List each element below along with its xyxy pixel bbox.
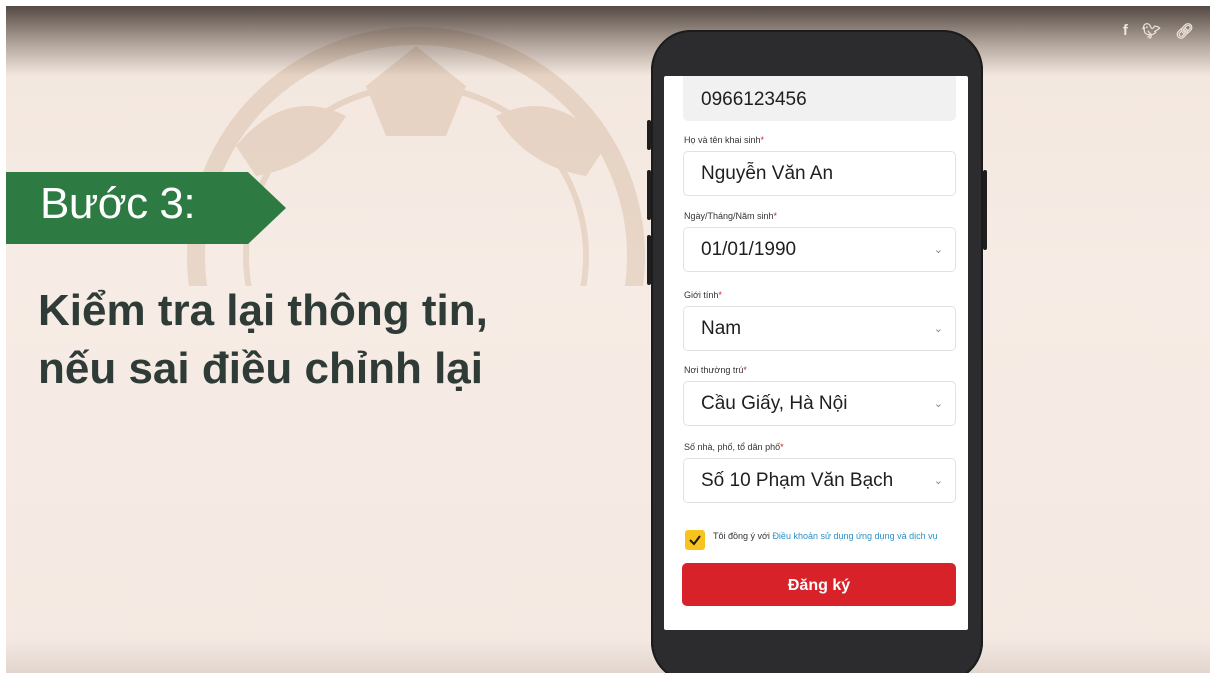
phone-number-field[interactable]: 0966123456 — [683, 76, 956, 121]
facebook-icon[interactable]: f — [1123, 22, 1128, 40]
video-controls-bar — [6, 639, 1210, 673]
link-icon[interactable]: 🔗︎ — [1175, 22, 1194, 40]
terms-prefix: Tôi đồng ý với — [713, 531, 773, 541]
birthdate-select[interactable]: 01/01/1990 ⌄ — [683, 227, 956, 272]
gender-label: Giới tính* — [684, 290, 722, 300]
fullname-label-text: Họ và tên khai sinh — [684, 135, 761, 145]
fullname-label: Họ và tên khai sinh* — [684, 135, 764, 145]
twitter-icon[interactable]: 🐦︎ — [1142, 22, 1161, 40]
instruction-heading: Kiểm tra lại thông tin, nếu sai điều chỉ… — [38, 282, 618, 398]
terms-text: Tôi đồng ý với Điều khoản sử dụng ứng dụ… — [713, 530, 953, 543]
gender-select[interactable]: Nam ⌄ — [683, 306, 956, 351]
phone-screen: 0966123456 Họ và tên khai sinh* Nguyễn V… — [664, 76, 968, 630]
fullname-value: Nguyễn Văn An — [701, 163, 834, 184]
required-mark: * — [718, 290, 722, 300]
birthdate-value: 01/01/1990 — [701, 239, 797, 260]
phone-side-button — [647, 120, 651, 150]
top-overlay — [6, 6, 1210, 76]
phone-mockup: 0966123456 Họ và tên khai sinh* Nguyễn V… — [647, 30, 987, 673]
address-select[interactable]: Số 10 Phạm Văn Bạch ⌄ — [683, 458, 956, 503]
heading-line-1: Kiểm tra lại thông tin, — [38, 286, 488, 335]
chevron-down-icon: ⌄ — [933, 397, 943, 410]
address-value: Số 10 Phạm Văn Bạch — [701, 470, 894, 491]
birthdate-label: Ngày/Tháng/Năm sinh* — [684, 211, 777, 221]
chevron-down-icon: ⌄ — [933, 243, 943, 256]
checkmark-icon — [689, 535, 701, 546]
phone-side-button — [647, 235, 651, 285]
required-mark: * — [773, 211, 778, 221]
terms-link[interactable]: Điều khoản sử dụng ứng dụng và dịch vụ — [772, 531, 937, 541]
gender-value: Nam — [701, 318, 742, 339]
residence-select[interactable]: Cầu Giấy, Hà Nội ⌄ — [683, 381, 956, 426]
video-frame: f 🐦︎ 🔗︎ Bước 3: Kiểm tra lại thông tin, … — [6, 6, 1210, 673]
register-button[interactable]: Đăng ký — [682, 563, 956, 606]
required-mark: * — [760, 135, 765, 145]
residence-label-text: Nơi thường trú — [684, 365, 744, 375]
birthdate-label-text: Ngày/Tháng/Năm sinh — [684, 211, 774, 221]
address-label: Số nhà, phố, tổ dân phố* — [684, 442, 784, 452]
chevron-down-icon: ⌄ — [933, 474, 943, 487]
fullname-field[interactable]: Nguyễn Văn An — [683, 151, 956, 196]
phone-number-value: 0966123456 — [701, 89, 807, 110]
heading-line-2: nếu sai điều chỉnh lại — [38, 344, 483, 393]
phone-side-button — [647, 170, 651, 220]
phone-power-button — [983, 170, 987, 250]
residence-label: Nơi thường trú* — [684, 365, 747, 375]
chevron-down-icon: ⌄ — [933, 322, 943, 335]
share-bar: f 🐦︎ 🔗︎ — [1123, 22, 1194, 40]
residence-value: Cầu Giấy, Hà Nội — [701, 393, 848, 414]
gender-label-text: Giới tính — [684, 290, 719, 300]
address-label-text: Số nhà, phố, tổ dân phố — [684, 442, 781, 452]
required-mark: * — [743, 365, 747, 375]
step-label: Bước 3: — [40, 179, 196, 228]
terms-checkbox[interactable] — [685, 530, 705, 550]
required-mark: * — [780, 442, 784, 452]
